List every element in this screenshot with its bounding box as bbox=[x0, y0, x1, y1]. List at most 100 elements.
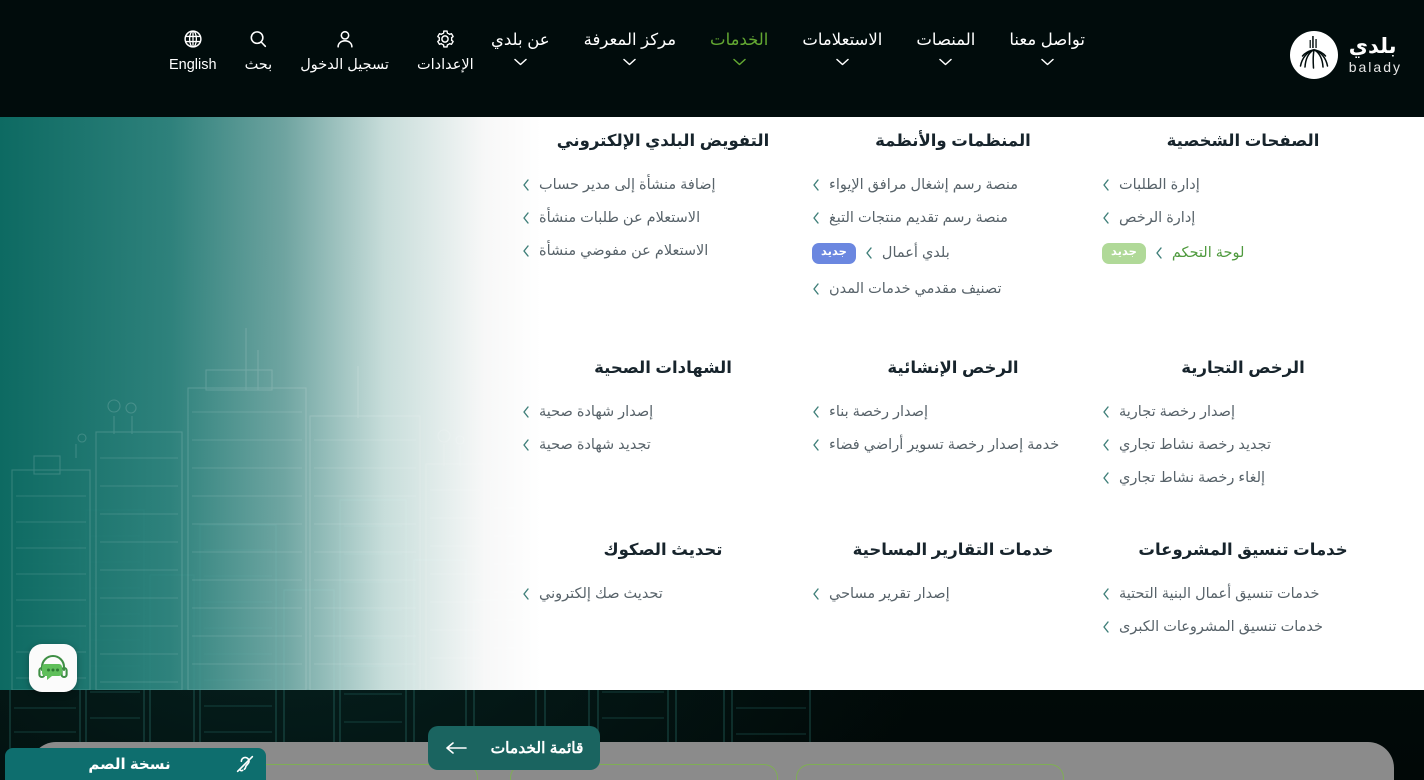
menu-link-renew-commercial-activity-license[interactable]: تجديد رخصة نشاط تجاري bbox=[1102, 437, 1384, 453]
chevron-down-icon bbox=[732, 58, 746, 66]
section-title: التفويض البلدي الإلكتروني bbox=[556, 132, 770, 150]
menu-link-issue-commercial-license[interactable]: إصدار رخصة تجارية bbox=[1102, 404, 1384, 420]
menu-link-label: تجديد شهادة صحية bbox=[539, 437, 651, 453]
language-label: English bbox=[169, 57, 217, 73]
menu-link-renew-health-certificate[interactable]: تجديد شهادة صحية bbox=[522, 437, 804, 453]
menu-link-label: إصدار رخصة بناء bbox=[829, 404, 929, 420]
chevron-left-icon bbox=[1103, 212, 1109, 224]
nav-item-label: الخدمات bbox=[710, 31, 769, 49]
site-header: بلدي balady تواصل معنا المنصات الاستعلام… bbox=[0, 0, 1424, 117]
login-label: تسجيل الدخول bbox=[300, 57, 389, 73]
arrow-left-icon bbox=[445, 742, 467, 754]
section-title: الرخص الإنشائية bbox=[887, 359, 1019, 377]
menu-link-inquire-facility-delegates[interactable]: الاستعلام عن مفوضي منشأة bbox=[522, 243, 804, 259]
menu-link-infrastructure-works-coordination[interactable]: خدمات تنسيق أعمال البنية التحتية bbox=[1102, 586, 1384, 602]
chevron-left-icon bbox=[813, 439, 819, 451]
menu-link-label: إدارة الرخص bbox=[1119, 210, 1196, 226]
menu-link-label: الاستعلام عن مفوضي منشأة bbox=[539, 243, 709, 259]
search-button[interactable]: بحث bbox=[231, 28, 287, 73]
language-switch-button[interactable]: English bbox=[155, 28, 231, 73]
mega-section-municipal-e-authorization: التفويض البلدي الإلكتروني إضافة منشأة إل… bbox=[518, 131, 808, 297]
mega-menu-row-3: خدمات تنسيق المشروعات خدمات تنسيق أعمال … bbox=[518, 540, 1388, 635]
menu-link-label: تجديد رخصة نشاط تجاري bbox=[1119, 437, 1272, 453]
menu-link-shelter-fee-platform[interactable]: منصة رسم إشغال مرافق الإيواء bbox=[812, 177, 1094, 193]
services-list-button[interactable]: قائمة الخدمات bbox=[428, 726, 600, 770]
menu-link-label: إصدار تقرير مساحي bbox=[829, 586, 950, 602]
menu-link-issue-survey-report[interactable]: إصدار تقرير مساحي bbox=[812, 586, 1094, 602]
chevron-down-icon bbox=[836, 58, 849, 66]
section-title: الصفحات الشخصية bbox=[1166, 132, 1320, 150]
menu-link-label: إصدار رخصة تجارية bbox=[1119, 404, 1235, 420]
support-chat-button[interactable] bbox=[29, 644, 77, 692]
page-root: الصفحات الشخصية إدارة الطلبات إدارة الرخ… bbox=[0, 0, 1424, 780]
chevron-left-icon bbox=[813, 588, 819, 600]
nav-item-knowledge-center[interactable]: مركز المعرفة bbox=[567, 30, 693, 66]
chevron-left-icon bbox=[523, 179, 529, 191]
mega-menu-row-2: الرخص التجارية إصدار رخصة تجارية تجديد ر… bbox=[518, 358, 1388, 486]
menu-link-inquire-facility-requests[interactable]: الاستعلام عن طلبات منشأة bbox=[522, 210, 804, 226]
mega-section-project-coordination-services: خدمات تنسيق المشروعات خدمات تنسيق أعمال … bbox=[1098, 540, 1388, 635]
logo-arabic: بلدي bbox=[1348, 35, 1397, 58]
chevron-down-icon bbox=[1040, 58, 1054, 66]
globe-icon bbox=[184, 30, 202, 48]
chevron-left-icon bbox=[1156, 247, 1162, 259]
menu-link-add-facility-to-account-manager[interactable]: إضافة منشأة إلى مدير حساب bbox=[522, 177, 804, 193]
deaf-version-label: نسخة الصم bbox=[88, 756, 171, 773]
logo-latin: balady bbox=[1348, 59, 1402, 75]
site-logo[interactable]: بلدي balady bbox=[1289, 30, 1402, 80]
menu-link-manage-requests[interactable]: إدارة الطلبات bbox=[1102, 177, 1384, 193]
menu-link-issue-vacant-land-fencing-permit[interactable]: خدمة إصدار رخصة تسوير أراضي فضاء bbox=[812, 437, 1094, 453]
menu-link-label: بلدي أعمال bbox=[881, 245, 950, 262]
search-icon bbox=[250, 31, 267, 48]
deaf-version-button[interactable]: نسخة الصم bbox=[5, 748, 266, 780]
chevron-left-icon bbox=[523, 245, 529, 257]
nav-item-platforms[interactable]: المنصات bbox=[899, 30, 992, 66]
menu-link-label: لوحة التحكم bbox=[1171, 245, 1245, 262]
chevron-left-icon bbox=[1103, 179, 1109, 191]
menu-link-major-projects-coordination[interactable]: خدمات تنسيق المشروعات الكبرى bbox=[1102, 619, 1384, 635]
status-badge-new: جديد bbox=[812, 243, 856, 264]
menu-link-label: خدمات تنسيق أعمال البنية التحتية bbox=[1119, 586, 1320, 602]
chevron-down-icon bbox=[623, 58, 637, 66]
mega-menu-content: الصفحات الشخصية إدارة الطلبات إدارة الرخ… bbox=[0, 117, 1424, 690]
login-button[interactable]: تسجيل الدخول bbox=[286, 28, 403, 73]
chevron-left-icon bbox=[813, 282, 819, 295]
chevron-left-icon bbox=[1103, 588, 1109, 600]
chevron-left-icon bbox=[1103, 621, 1109, 633]
chevron-left-icon bbox=[523, 588, 529, 600]
menu-link-label: منصة رسم إشغال مرافق الإيواء bbox=[829, 177, 1019, 193]
services-mega-menu: الصفحات الشخصية إدارة الطلبات إدارة الرخ… bbox=[0, 117, 1424, 770]
chevron-left-icon bbox=[523, 439, 529, 451]
chevron-down-icon bbox=[514, 58, 527, 66]
hero-card[interactable] bbox=[796, 764, 1064, 780]
menu-link-cancel-commercial-activity-license[interactable]: إلغاء رخصة نشاط تجاري bbox=[1102, 470, 1384, 486]
menu-link-issue-building-permit[interactable]: إصدار رخصة بناء bbox=[812, 404, 1094, 420]
status-badge-new: جديد bbox=[1102, 243, 1146, 264]
menu-link-dashboard[interactable]: جديد لوحة التحكم bbox=[1102, 243, 1384, 264]
chevron-left-icon bbox=[523, 212, 529, 224]
menu-link-label: خدمات تنسيق المشروعات الكبرى bbox=[1119, 619, 1323, 635]
mega-section-survey-report-services: خدمات التقارير المساحية إصدار تقرير مساح… bbox=[808, 540, 1098, 635]
menu-link-label: تحديث صك إلكتروني bbox=[539, 586, 663, 602]
gear-icon bbox=[437, 30, 455, 48]
menu-link-balady-business[interactable]: جديد بلدي أعمال bbox=[812, 243, 1094, 264]
section-title: الشهادات الصحية bbox=[594, 359, 732, 377]
chevron-left-icon bbox=[523, 406, 529, 418]
menu-link-tobacco-fee-platform[interactable]: منصة رسم تقديم منتجات التبغ bbox=[812, 210, 1094, 226]
menu-link-update-electronic-deed[interactable]: تحديث صك إلكتروني bbox=[522, 586, 804, 602]
menu-link-issue-health-certificate[interactable]: إصدار شهادة صحية bbox=[522, 404, 804, 420]
section-title: خدمات تنسيق المشروعات bbox=[1138, 541, 1348, 559]
mega-section-construction-licenses: الرخص الإنشائية إصدار رخصة بناء خدمة إصد… bbox=[808, 358, 1098, 486]
nav-item-contact-us[interactable]: تواصل معنا bbox=[992, 30, 1102, 66]
nav-item-services[interactable]: الخدمات bbox=[693, 30, 785, 66]
logo-text: بلدي balady bbox=[1349, 36, 1402, 74]
menu-link-manage-licenses[interactable]: إدارة الرخص bbox=[1102, 210, 1384, 226]
nav-item-inquiries[interactable]: الاستعلامات bbox=[785, 30, 899, 66]
menu-link-label: الاستعلام عن طلبات منشأة bbox=[539, 210, 701, 226]
section-title: خدمات التقارير المساحية bbox=[852, 541, 1054, 559]
menu-link-city-service-providers-classification[interactable]: تصنيف مقدمي خدمات المدن bbox=[812, 281, 1094, 297]
settings-button[interactable]: الإعدادات bbox=[403, 28, 488, 73]
mega-section-health-certificates: الشهادات الصحية إصدار شهادة صحية تجديد ش… bbox=[518, 358, 808, 486]
nav-item-label: مركز المعرفة bbox=[583, 31, 677, 49]
nav-item-about-balady[interactable]: عن بلدي bbox=[474, 30, 567, 66]
